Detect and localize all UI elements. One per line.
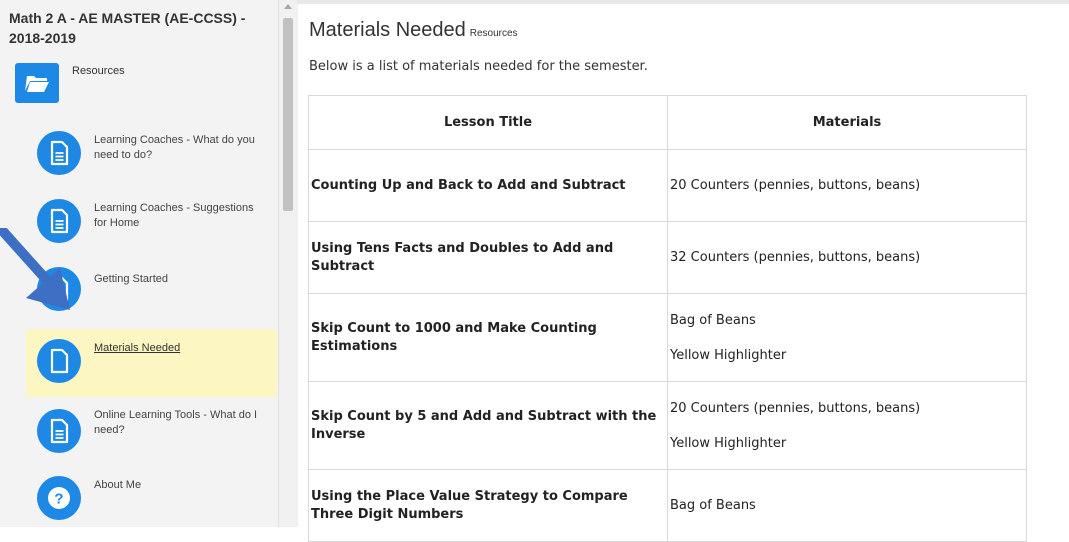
document-icon bbox=[37, 131, 81, 175]
sidebar-item-learning-coaches-what[interactable]: Learning Coaches - What do you need to d… bbox=[26, 128, 277, 188]
document-icon bbox=[37, 409, 81, 453]
materials-cell: Bag of Beans bbox=[667, 469, 1027, 542]
sidebar-item-label: Learning Coaches - What do you need to d… bbox=[94, 134, 255, 161]
sidebar-item-label: About Me bbox=[94, 479, 142, 491]
sidebar-item-label: Materials Needed bbox=[94, 342, 181, 354]
lesson-title-cell: Using the Place Value Strategy to Compar… bbox=[308, 469, 668, 542]
table-header-row: Lesson Title Materials bbox=[308, 95, 1027, 150]
materials-cell: 20 Counters (pennies, buttons, beans) Ye… bbox=[667, 381, 1027, 470]
page-title: Materials Needed Resources bbox=[309, 19, 518, 42]
materials-cell: 20 Counters (pennies, buttons, beans) bbox=[667, 149, 1027, 222]
sidebar-item-materials-needed[interactable]: Materials Needed bbox=[26, 329, 277, 397]
material-item: 20 Counters (pennies, buttons, beans) bbox=[670, 178, 921, 193]
sidebar-item-online-learning-tools[interactable]: Online Learning Tools - What do I need? bbox=[26, 404, 277, 464]
lesson-title-cell: Using Tens Facts and Doubles to Add and … bbox=[308, 221, 668, 294]
column-header-materials: Materials bbox=[667, 95, 1027, 150]
material-item: Bag of Beans bbox=[670, 498, 756, 513]
material-item: Bag of Beans bbox=[670, 312, 756, 328]
material-item: 32 Counters (pennies, buttons, beans) bbox=[670, 250, 921, 265]
section-label-resources[interactable]: Resources bbox=[72, 65, 125, 77]
page-subtitle: Resources bbox=[469, 28, 518, 39]
sidebar-item-about-me[interactable]: ? About Me bbox=[26, 472, 277, 527]
material-item: Yellow Highlighter bbox=[670, 435, 787, 451]
svg-text:?: ? bbox=[54, 491, 63, 508]
table-row: Counting Up and Back to Add and Subtract… bbox=[308, 149, 1027, 222]
annotation-arrow bbox=[0, 228, 70, 310]
material-item: 20 Counters (pennies, buttons, beans) bbox=[670, 400, 921, 416]
sidebar-item-label: Learning Coaches - Suggestions for Home bbox=[94, 202, 254, 229]
table-row: Using Tens Facts and Doubles to Add and … bbox=[308, 221, 1027, 294]
help-icon: ? bbox=[37, 476, 81, 520]
sidebar-item-label: Online Learning Tools - What do I need? bbox=[94, 409, 258, 436]
course-title: Math 2 A - AE MASTER (AE-CCSS) - 2018-20… bbox=[9, 10, 246, 46]
lesson-title-cell: Skip Count by 5 and Add and Subtract wit… bbox=[308, 381, 668, 470]
materials-cell: Bag of Beans Yellow Highlighter bbox=[667, 293, 1027, 382]
lesson-title-cell: Counting Up and Back to Add and Subtract bbox=[308, 149, 668, 222]
page-title-text: Materials Needed bbox=[309, 19, 466, 41]
column-header-lesson-title: Lesson Title bbox=[308, 95, 668, 150]
document-icon bbox=[37, 339, 81, 383]
lesson-title-cell: Skip Count to 1000 and Make Counting Est… bbox=[308, 293, 668, 382]
table-row: Skip Count by 5 and Add and Subtract wit… bbox=[308, 381, 1027, 470]
sidebar-scrollbar-thumb[interactable] bbox=[283, 18, 293, 211]
folder-open-icon[interactable] bbox=[15, 63, 59, 103]
scroll-up-arrow-icon[interactable] bbox=[284, 4, 292, 9]
table-row: Skip Count to 1000 and Make Counting Est… bbox=[308, 293, 1027, 382]
intro-text: Below is a list of materials needed for … bbox=[309, 59, 648, 74]
sidebar: Math 2 A - AE MASTER (AE-CCSS) - 2018-20… bbox=[0, 0, 278, 527]
materials-table: Lesson Title Materials Counting Up and B… bbox=[308, 95, 1027, 542]
table-row: Using the Place Value Strategy to Compar… bbox=[308, 469, 1027, 542]
main-content: Materials Needed Resources Below is a lis… bbox=[297, 0, 1069, 542]
sidebar-item-label: Getting Started bbox=[94, 273, 168, 285]
material-item: Yellow Highlighter bbox=[670, 347, 787, 363]
materials-cell: 32 Counters (pennies, buttons, beans) bbox=[667, 221, 1027, 294]
